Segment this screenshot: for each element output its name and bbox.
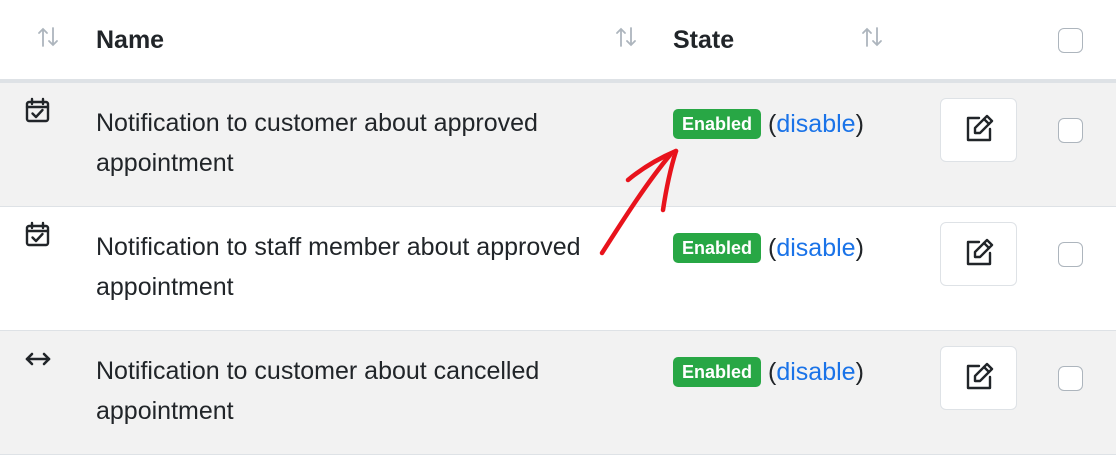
table-header: Name State (0, 0, 1116, 83)
sort-arrows-icon[interactable] (36, 26, 60, 48)
sort-arrows-icon[interactable] (860, 26, 884, 48)
arrows-horizontal-icon (24, 345, 52, 373)
row-checkbox[interactable] (1058, 118, 1083, 143)
open-paren: ( (768, 234, 777, 262)
edit-pencil-icon (963, 237, 995, 272)
state-cell: Enabled (disable) (673, 356, 864, 388)
close-paren: ) (855, 110, 864, 138)
disable-link[interactable]: disable (776, 232, 855, 264)
notification-name: Notification to customer about cancelled… (96, 357, 540, 425)
disable-link[interactable]: disable (776, 108, 855, 140)
notifications-table: Name State Notification to customer abou… (0, 0, 1116, 455)
open-paren: ( (768, 110, 777, 138)
column-header-name[interactable]: Name (96, 26, 164, 54)
calendar-check-icon (24, 97, 52, 125)
select-all-checkbox[interactable] (1058, 28, 1083, 53)
status-badge: Enabled (673, 357, 762, 387)
close-paren: ) (855, 234, 864, 262)
notification-name: Notification to staff member about appro… (96, 233, 581, 301)
sort-arrows-icon[interactable] (614, 26, 638, 48)
table-row: Notification to customer about approved … (0, 83, 1116, 207)
row-checkbox[interactable] (1058, 366, 1083, 391)
edit-button[interactable] (940, 346, 1017, 410)
state-cell: Enabled (disable) (673, 108, 864, 140)
edit-pencil-icon (963, 113, 995, 148)
table-row: Notification to customer about cancelled… (0, 331, 1116, 455)
close-paren: ) (855, 358, 864, 386)
row-checkbox[interactable] (1058, 242, 1083, 267)
open-paren: ( (768, 358, 777, 386)
table-row: Notification to staff member about appro… (0, 207, 1116, 331)
edit-pencil-icon (963, 361, 995, 396)
status-badge: Enabled (673, 233, 762, 263)
column-header-state[interactable]: State (673, 26, 734, 54)
state-cell: Enabled (disable) (673, 232, 864, 264)
edit-button[interactable] (940, 222, 1017, 286)
notification-name: Notification to customer about approved … (96, 109, 538, 177)
calendar-check-icon (24, 221, 52, 249)
edit-button[interactable] (940, 98, 1017, 162)
disable-link[interactable]: disable (776, 356, 855, 388)
status-badge: Enabled (673, 109, 762, 139)
